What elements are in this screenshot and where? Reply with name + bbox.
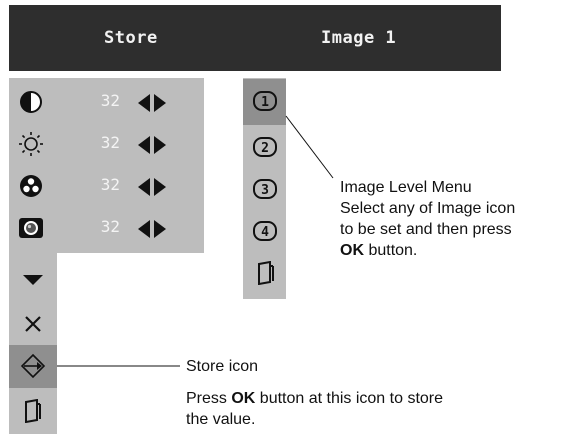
store-annotation-title-rest: icon bbox=[224, 358, 259, 375]
store-emphasis: Store bbox=[186, 358, 225, 375]
image-level-annotation-line3: OK button. bbox=[340, 240, 515, 261]
store-annotation-line1: Press OK button at this icon to store bbox=[186, 388, 443, 409]
image-level-annotation-line2: to be set and then press bbox=[340, 221, 512, 238]
store-desc-post: button at this icon to store bbox=[255, 390, 444, 407]
image-level-annotation-line3-rest: button. bbox=[364, 242, 418, 259]
store-annotation-line2: the value. bbox=[186, 411, 256, 428]
store-annotation: Store icon Press OK button at this icon … bbox=[186, 356, 443, 430]
ok-emphasis: OK bbox=[231, 390, 256, 407]
image-level-annotation: Image Level Menu Select any of Image ico… bbox=[340, 177, 515, 261]
image-level-annotation-line1: Select any of Image icon bbox=[340, 200, 516, 217]
ok-emphasis: OK bbox=[340, 242, 364, 259]
store-desc-pre: Press bbox=[186, 390, 232, 407]
image-level-annotation-title: Image Level Menu bbox=[340, 179, 472, 196]
store-annotation-title: Store icon bbox=[186, 356, 443, 377]
